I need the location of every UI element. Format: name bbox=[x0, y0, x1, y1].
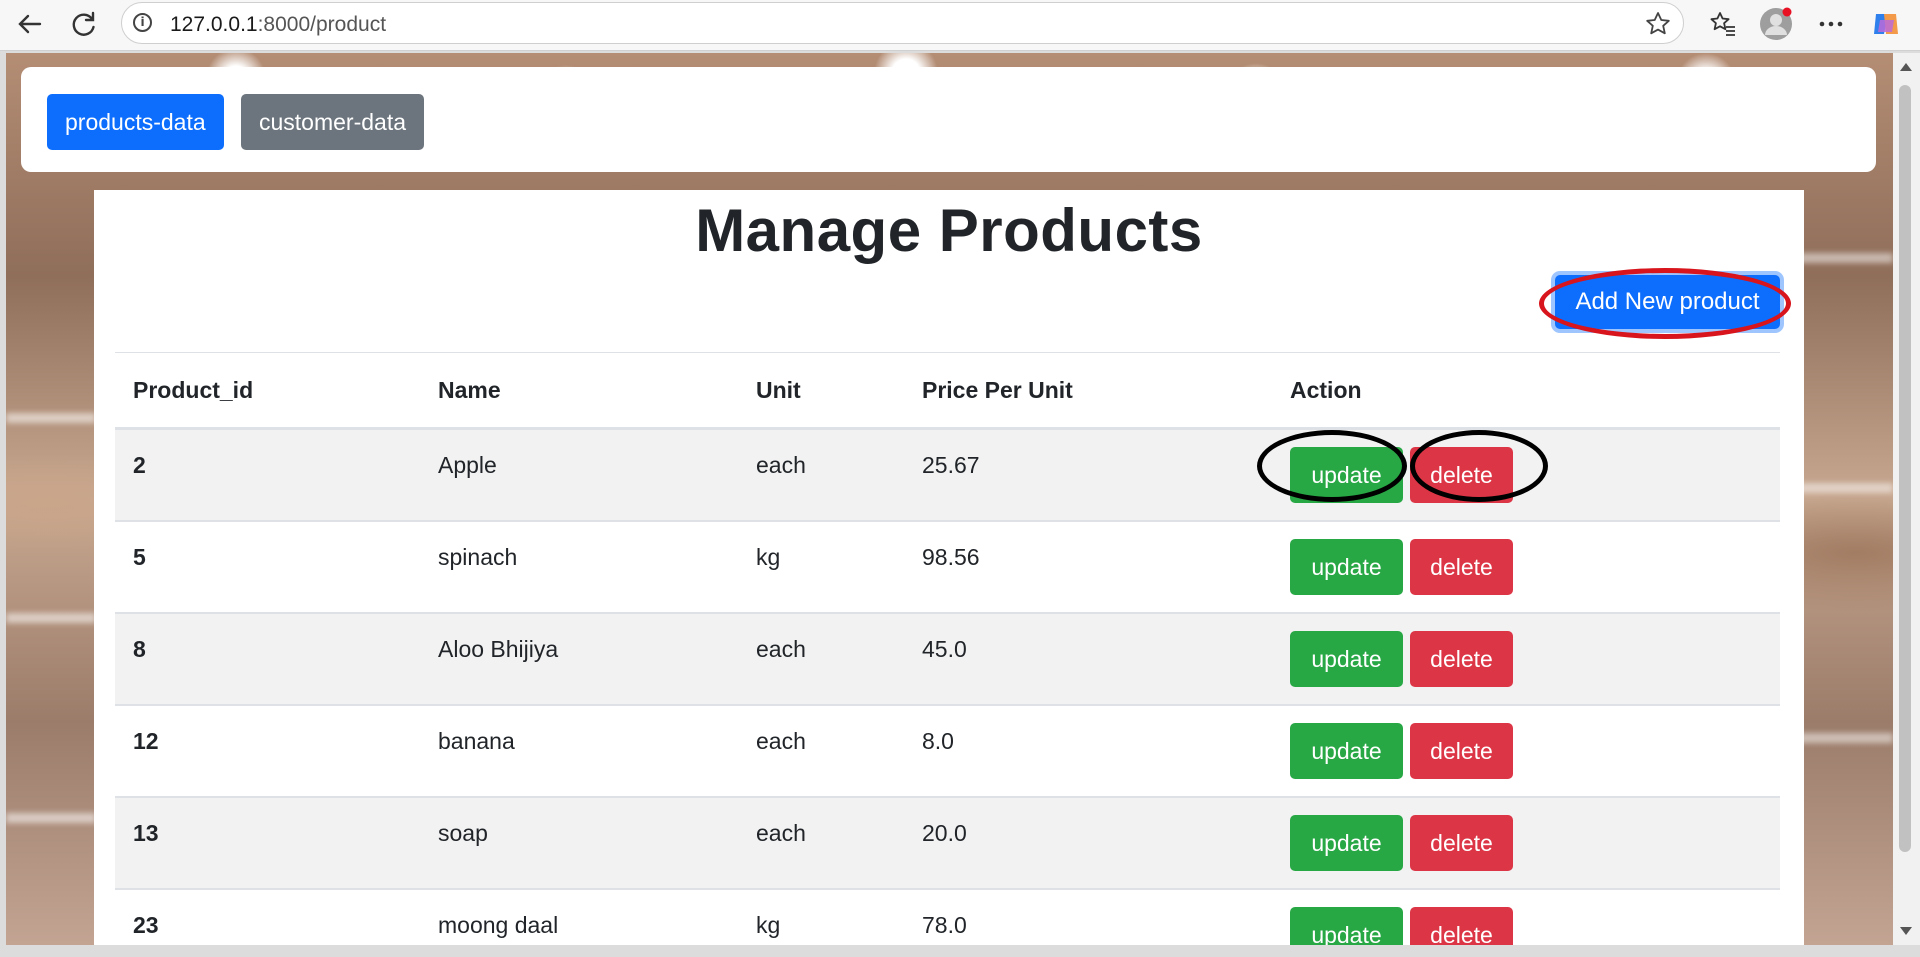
url-path: :8000/product bbox=[257, 13, 387, 36]
reload-icon[interactable] bbox=[64, 4, 104, 44]
main-panel: Manage Products Add New product Product_… bbox=[94, 190, 1804, 945]
customer-data-button[interactable]: customer-data bbox=[241, 94, 425, 150]
cell-name: Apple bbox=[438, 451, 497, 478]
annotation-black-circle bbox=[1410, 430, 1548, 502]
table-row: 23 moong daal kg 78.0 update delete bbox=[115, 889, 1780, 945]
table-row: 5 spinach kg 98.56 update delete bbox=[115, 521, 1780, 614]
delete-button[interactable]: delete bbox=[1410, 631, 1513, 687]
page-scrollbar[interactable] bbox=[1893, 53, 1920, 945]
products-table: Product_id Name Unit Price Per Unit Acti… bbox=[115, 352, 1780, 945]
background-decoration bbox=[6, 413, 96, 423]
update-button[interactable]: update bbox=[1290, 631, 1403, 687]
header-action: Action bbox=[1272, 352, 1780, 430]
cell-product-id: 12 bbox=[133, 727, 159, 754]
scroll-up-arrow-icon[interactable] bbox=[1900, 63, 1912, 71]
header-name: Name bbox=[420, 352, 738, 430]
copilot-icon[interactable] bbox=[1866, 4, 1906, 44]
cell-product-id: 23 bbox=[133, 911, 159, 938]
favorites-icon[interactable] bbox=[1703, 4, 1743, 44]
cell-unit: kg bbox=[756, 543, 781, 570]
cell-name: spinach bbox=[438, 543, 518, 570]
info-icon[interactable]: i bbox=[133, 13, 152, 32]
cell-product-id: 2 bbox=[133, 451, 146, 478]
background-decoration bbox=[6, 613, 96, 623]
cell-name: soap bbox=[438, 819, 488, 846]
more-icon[interactable] bbox=[1811, 4, 1851, 44]
background-decoration bbox=[1793, 483, 1893, 493]
url-host: 127.0.0.1 bbox=[170, 13, 258, 36]
update-button[interactable]: update bbox=[1290, 723, 1403, 779]
cell-product-id: 13 bbox=[133, 819, 159, 846]
back-arrow-icon[interactable] bbox=[10, 4, 50, 44]
cell-price: 25.67 bbox=[922, 451, 980, 478]
cell-price: 45.0 bbox=[922, 635, 967, 662]
update-button[interactable]: update bbox=[1290, 815, 1403, 871]
page-viewport: products-data customer-data Manage Produ… bbox=[6, 53, 1893, 945]
cell-name: Aloo Bhijiya bbox=[438, 635, 559, 662]
cell-unit: each bbox=[756, 819, 806, 846]
annotation-black-circle bbox=[1257, 430, 1407, 502]
background-decoration bbox=[1793, 253, 1893, 263]
cell-price: 78.0 bbox=[922, 911, 967, 938]
table-row: 2 Apple each 25.67 update delete bbox=[115, 428, 1780, 522]
star-icon[interactable] bbox=[1645, 11, 1671, 42]
products-data-button[interactable]: products-data bbox=[47, 94, 224, 150]
profile-icon[interactable] bbox=[1756, 4, 1796, 44]
annotation-red-circle bbox=[1539, 268, 1791, 339]
cell-name: banana bbox=[438, 727, 515, 754]
delete-button[interactable]: delete bbox=[1410, 539, 1513, 595]
table-header-row: Product_id Name Unit Price Per Unit Acti… bbox=[115, 352, 1780, 430]
scroll-down-arrow-icon[interactable] bbox=[1900, 927, 1912, 935]
page-title: Manage Products bbox=[695, 197, 1203, 264]
table-row: 13 soap each 20.0 update delete bbox=[115, 797, 1780, 890]
table-row: 8 Aloo Bhijiya each 45.0 update delete bbox=[115, 613, 1780, 706]
browser-toolbar: i 127.0.0.1:8000/product bbox=[0, 0, 1920, 51]
cell-unit: each bbox=[756, 451, 806, 478]
delete-button[interactable]: delete bbox=[1410, 907, 1513, 945]
cell-price: 98.56 bbox=[922, 543, 980, 570]
background-decoration bbox=[6, 813, 96, 823]
header-unit: Unit bbox=[738, 352, 904, 430]
header-price: Price Per Unit bbox=[904, 352, 1272, 430]
delete-button[interactable]: delete bbox=[1410, 815, 1513, 871]
update-button[interactable]: update bbox=[1290, 907, 1403, 945]
cell-unit: each bbox=[756, 635, 806, 662]
url-text[interactable]: 127.0.0.1:8000/product bbox=[170, 13, 386, 37]
top-nav-card: products-data customer-data bbox=[21, 67, 1876, 172]
table-row: 12 banana each 8.0 update delete bbox=[115, 705, 1780, 798]
cell-product-id: 5 bbox=[133, 543, 146, 570]
cell-product-id: 8 bbox=[133, 635, 146, 662]
cell-price: 8.0 bbox=[922, 727, 954, 754]
address-bar[interactable]: i 127.0.0.1:8000/product bbox=[121, 2, 1684, 44]
delete-button[interactable]: delete bbox=[1410, 723, 1513, 779]
cell-name: moong daal bbox=[438, 911, 559, 938]
background-decoration bbox=[1793, 733, 1893, 743]
cell-unit: each bbox=[756, 727, 806, 754]
header-product-id: Product_id bbox=[115, 352, 420, 430]
cell-price: 20.0 bbox=[922, 819, 967, 846]
scrollbar-thumb[interactable] bbox=[1899, 85, 1911, 852]
update-button[interactable]: update bbox=[1290, 539, 1403, 595]
cell-unit: kg bbox=[756, 911, 781, 938]
